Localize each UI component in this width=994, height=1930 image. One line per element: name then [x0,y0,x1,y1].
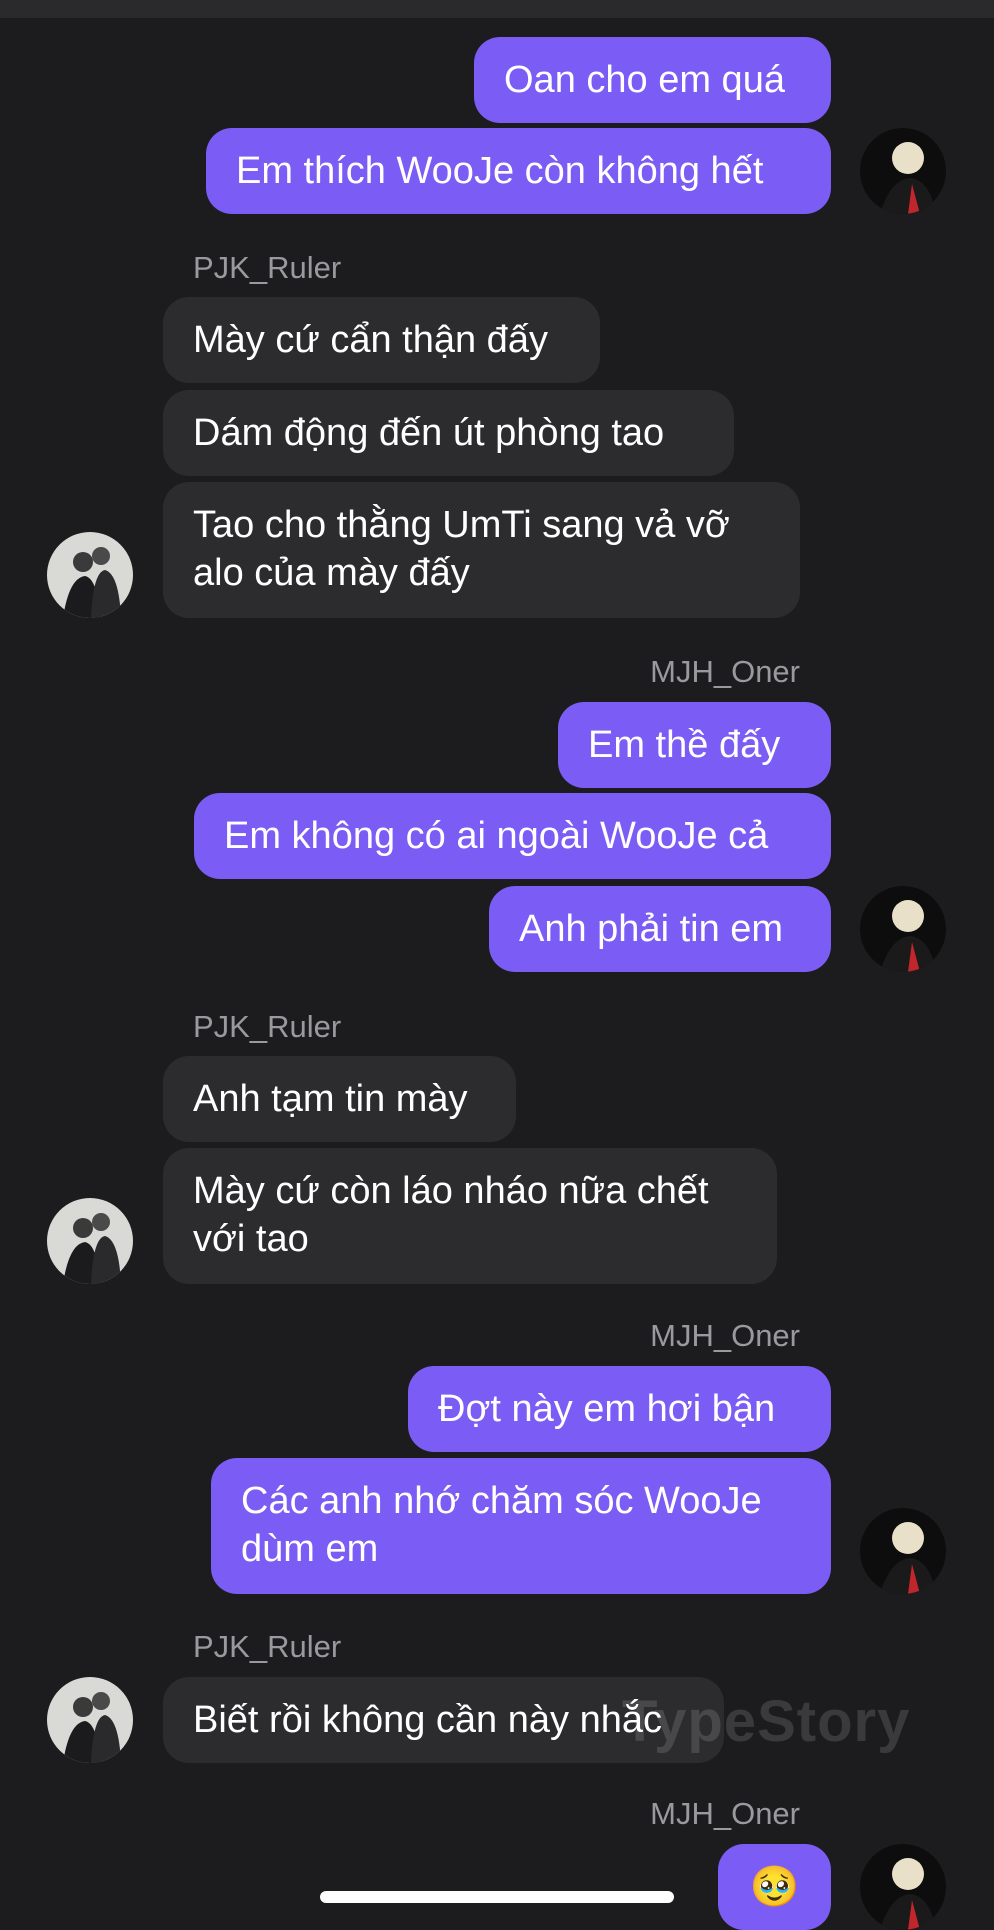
message-bubble-outgoing[interactable]: Oan cho em quá [474,37,831,123]
message-bubble-incoming[interactable]: Tao cho thằng UmTi sang vả vỡ alo của mà… [163,482,800,618]
avatar-ruler-icon[interactable] [47,1677,133,1763]
message-bubble-outgoing[interactable]: Các anh nhớ chăm sóc WooJe dùm em [211,1458,831,1594]
avatar-ruler-icon[interactable] [47,532,133,618]
avatar-oner-icon[interactable] [860,1844,946,1930]
sender-name: MJH_Oner [650,1796,800,1831]
message-bubble-incoming[interactable]: Mày cứ còn láo nháo nữa chết với tao [163,1148,777,1284]
message-bubble-outgoing[interactable]: Em không có ai ngoài WooJe cả [194,793,831,879]
avatar-oner-icon[interactable] [860,128,946,214]
sender-name: PJK_Ruler [193,1629,342,1664]
message-bubble-outgoing[interactable]: 🥹 [718,1844,831,1930]
message-bubble-outgoing[interactable]: Em thích WooJe còn không hết [206,128,831,214]
avatar-oner-icon[interactable] [860,1508,946,1594]
avatar-ruler-icon[interactable] [47,1198,133,1284]
home-indicator[interactable] [320,1891,674,1903]
watermark-text: TypeStory [622,1689,911,1754]
message-bubble-incoming[interactable]: Mày cứ cẩn thận đấy [163,297,600,383]
message-bubble-outgoing[interactable]: Anh phải tin em [489,886,831,972]
top-status-strip [0,0,994,18]
message-bubble-outgoing[interactable]: Đợt này em hơi bận [408,1366,831,1452]
message-bubble-incoming[interactable]: Anh tạm tin mày [163,1056,516,1142]
sender-name: MJH_Oner [650,1318,800,1353]
sender-name: MJH_Oner [650,654,800,689]
sender-name: PJK_Ruler [193,1009,342,1044]
message-bubble-incoming[interactable]: Dám động đến út phòng tao [163,390,734,476]
avatar-oner-icon[interactable] [860,886,946,972]
emoji-text: 🥹 [749,1864,800,1910]
sender-name: PJK_Ruler [193,250,342,285]
message-bubble-outgoing[interactable]: Em thề đấy [558,702,831,788]
